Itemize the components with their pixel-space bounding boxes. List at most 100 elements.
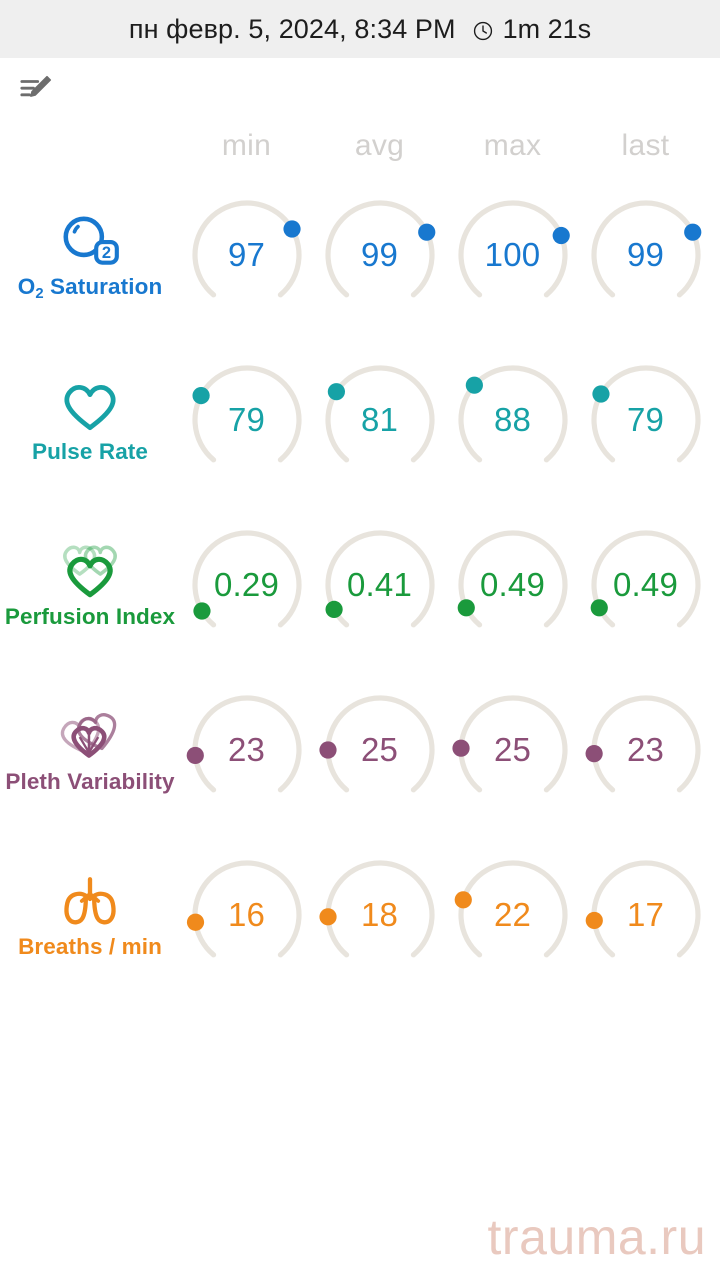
session-duration: 1m 21s — [502, 13, 592, 44]
gauge-min[interactable]: 0.29 — [180, 502, 313, 667]
gauge-avg[interactable]: 0.41 — [313, 502, 446, 667]
gauge-value: 18 — [360, 895, 399, 933]
gauge-value: 97 — [227, 235, 266, 273]
gauge-ring: 0.41 — [317, 522, 443, 648]
gauge-ring: 0.49 — [583, 522, 709, 648]
gauge-avg[interactable]: 81 — [313, 337, 446, 502]
gauge-ring: 16 — [184, 852, 310, 978]
gauge-ring: 99 — [317, 192, 443, 318]
metric-label-cell[interactable]: Pleth Variability — [0, 667, 180, 832]
gauge-ring: 22 — [450, 852, 576, 978]
gauge-ring: 0.49 — [450, 522, 576, 648]
gauge-avg[interactable]: 25 — [313, 667, 446, 832]
stacked-hearts-icon — [54, 540, 126, 602]
gauge-value: 23 — [626, 730, 665, 768]
metric-label-cell[interactable]: 2 O2 Saturation — [0, 172, 180, 337]
metric-label-cell[interactable]: Breaths / min — [0, 832, 180, 997]
session-datetime: пн февр. 5, 2024, 8:34 PM — [128, 13, 456, 44]
gauge-last[interactable]: 79 — [579, 337, 712, 502]
gauge-ring: 17 — [583, 852, 709, 978]
gauge-value: 79 — [626, 400, 665, 438]
gauge-value: 99 — [626, 235, 665, 273]
gauge-ring: 23 — [184, 687, 310, 813]
metric-rows: 2 O2 Saturation 97 99 100 99 Pulse Rate … — [0, 172, 720, 997]
gauge-ring: 99 — [583, 192, 709, 318]
clock-icon — [472, 20, 494, 42]
gauge-ring: 23 — [583, 687, 709, 813]
gauge-max[interactable]: 25 — [446, 667, 579, 832]
metric-gauges: 16 18 22 17 — [180, 832, 720, 997]
gauge-value: 88 — [493, 400, 532, 438]
metric-label-cell[interactable]: Pulse Rate — [0, 337, 180, 502]
oxygen-bubble-icon: 2 — [54, 210, 126, 272]
gauge-value: 23 — [227, 730, 266, 768]
gauge-last[interactable]: 23 — [579, 667, 712, 832]
gauge-min[interactable]: 97 — [180, 172, 313, 337]
gauge-value: 0.41 — [346, 565, 413, 603]
gauge-last[interactable]: 17 — [579, 832, 712, 997]
gauge-ring: 81 — [317, 357, 443, 483]
metric-row: Breaths / min 16 18 22 17 — [0, 832, 720, 997]
metric-gauges: 79 81 88 79 — [180, 337, 720, 502]
metric-name: O2 Saturation — [17, 273, 163, 302]
edit-note-icon[interactable] — [16, 69, 56, 109]
metric-gauges: 23 25 25 23 — [180, 667, 720, 832]
gauge-value: 22 — [493, 895, 532, 933]
gauge-min[interactable]: 23 — [180, 667, 313, 832]
gauge-ring: 88 — [450, 357, 576, 483]
gauge-value: 17 — [626, 895, 665, 933]
metric-gauges: 0.29 0.41 0.49 0.49 — [180, 502, 720, 667]
gauge-ring: 79 — [583, 357, 709, 483]
gauge-value: 0.29 — [213, 565, 280, 603]
metric-row: Pleth Variability 23 25 25 23 — [0, 667, 720, 832]
column-header-avg: avg — [354, 129, 405, 162]
gauge-value: 16 — [227, 895, 266, 933]
gauge-value: 99 — [360, 235, 399, 273]
gauge-ring: 97 — [184, 192, 310, 318]
gauge-max[interactable]: 0.49 — [446, 502, 579, 667]
gauge-ring: 100 — [450, 192, 576, 318]
column-header-max: max — [483, 129, 542, 162]
metric-row: Pulse Rate 79 81 88 79 — [0, 337, 720, 502]
metric-gauges: 97 99 100 99 — [180, 172, 720, 337]
metric-name: Breaths / min — [18, 933, 162, 959]
column-header-row: min avg max last — [0, 120, 720, 172]
metric-name: Pulse Rate — [31, 438, 149, 464]
gauge-avg[interactable]: 18 — [313, 832, 446, 997]
toolbar — [0, 58, 720, 120]
gauge-last[interactable]: 99 — [579, 172, 712, 337]
gauge-ring: 18 — [317, 852, 443, 978]
svg-text:2: 2 — [102, 244, 111, 262]
gauge-ring: 0.29 — [184, 522, 310, 648]
gauge-value: 0.49 — [479, 565, 546, 603]
heart-outline-icon — [54, 375, 126, 437]
gauge-value: 0.49 — [612, 565, 679, 603]
lungs-icon — [54, 870, 126, 932]
gauge-max[interactable]: 22 — [446, 832, 579, 997]
gauge-max[interactable]: 88 — [446, 337, 579, 502]
gauge-max[interactable]: 100 — [446, 172, 579, 337]
gauge-avg[interactable]: 99 — [313, 172, 446, 337]
gauge-ring: 25 — [317, 687, 443, 813]
gauge-value: 25 — [360, 730, 399, 768]
metric-name: Perfusion Index — [4, 603, 176, 629]
watermark: trauma.ru — [487, 1209, 706, 1265]
gauge-ring: 79 — [184, 357, 310, 483]
gauge-min[interactable]: 79 — [180, 337, 313, 502]
metric-name: Pleth Variability — [5, 768, 175, 794]
gauge-value: 100 — [484, 235, 541, 273]
session-header-bar: пн февр. 5, 2024, 8:34 PM 1m 21s — [0, 0, 720, 58]
metric-label-cell[interactable]: Perfusion Index — [0, 502, 180, 667]
gauge-value: 81 — [360, 400, 399, 438]
gauge-last[interactable]: 0.49 — [579, 502, 712, 667]
gauge-value: 79 — [227, 400, 266, 438]
column-header-min: min — [221, 129, 272, 162]
gauge-min[interactable]: 16 — [180, 832, 313, 997]
vitals-summary-screen: пн февр. 5, 2024, 8:34 PM 1m 21s min avg — [0, 0, 720, 1280]
metric-row: 2 O2 Saturation 97 99 100 99 — [0, 172, 720, 337]
column-header-last: last — [621, 129, 670, 162]
metric-row: Perfusion Index 0.29 0.41 0.49 0.49 — [0, 502, 720, 667]
gauge-value: 25 — [493, 730, 532, 768]
gauge-ring: 25 — [450, 687, 576, 813]
twin-hearts-icon — [54, 705, 126, 767]
